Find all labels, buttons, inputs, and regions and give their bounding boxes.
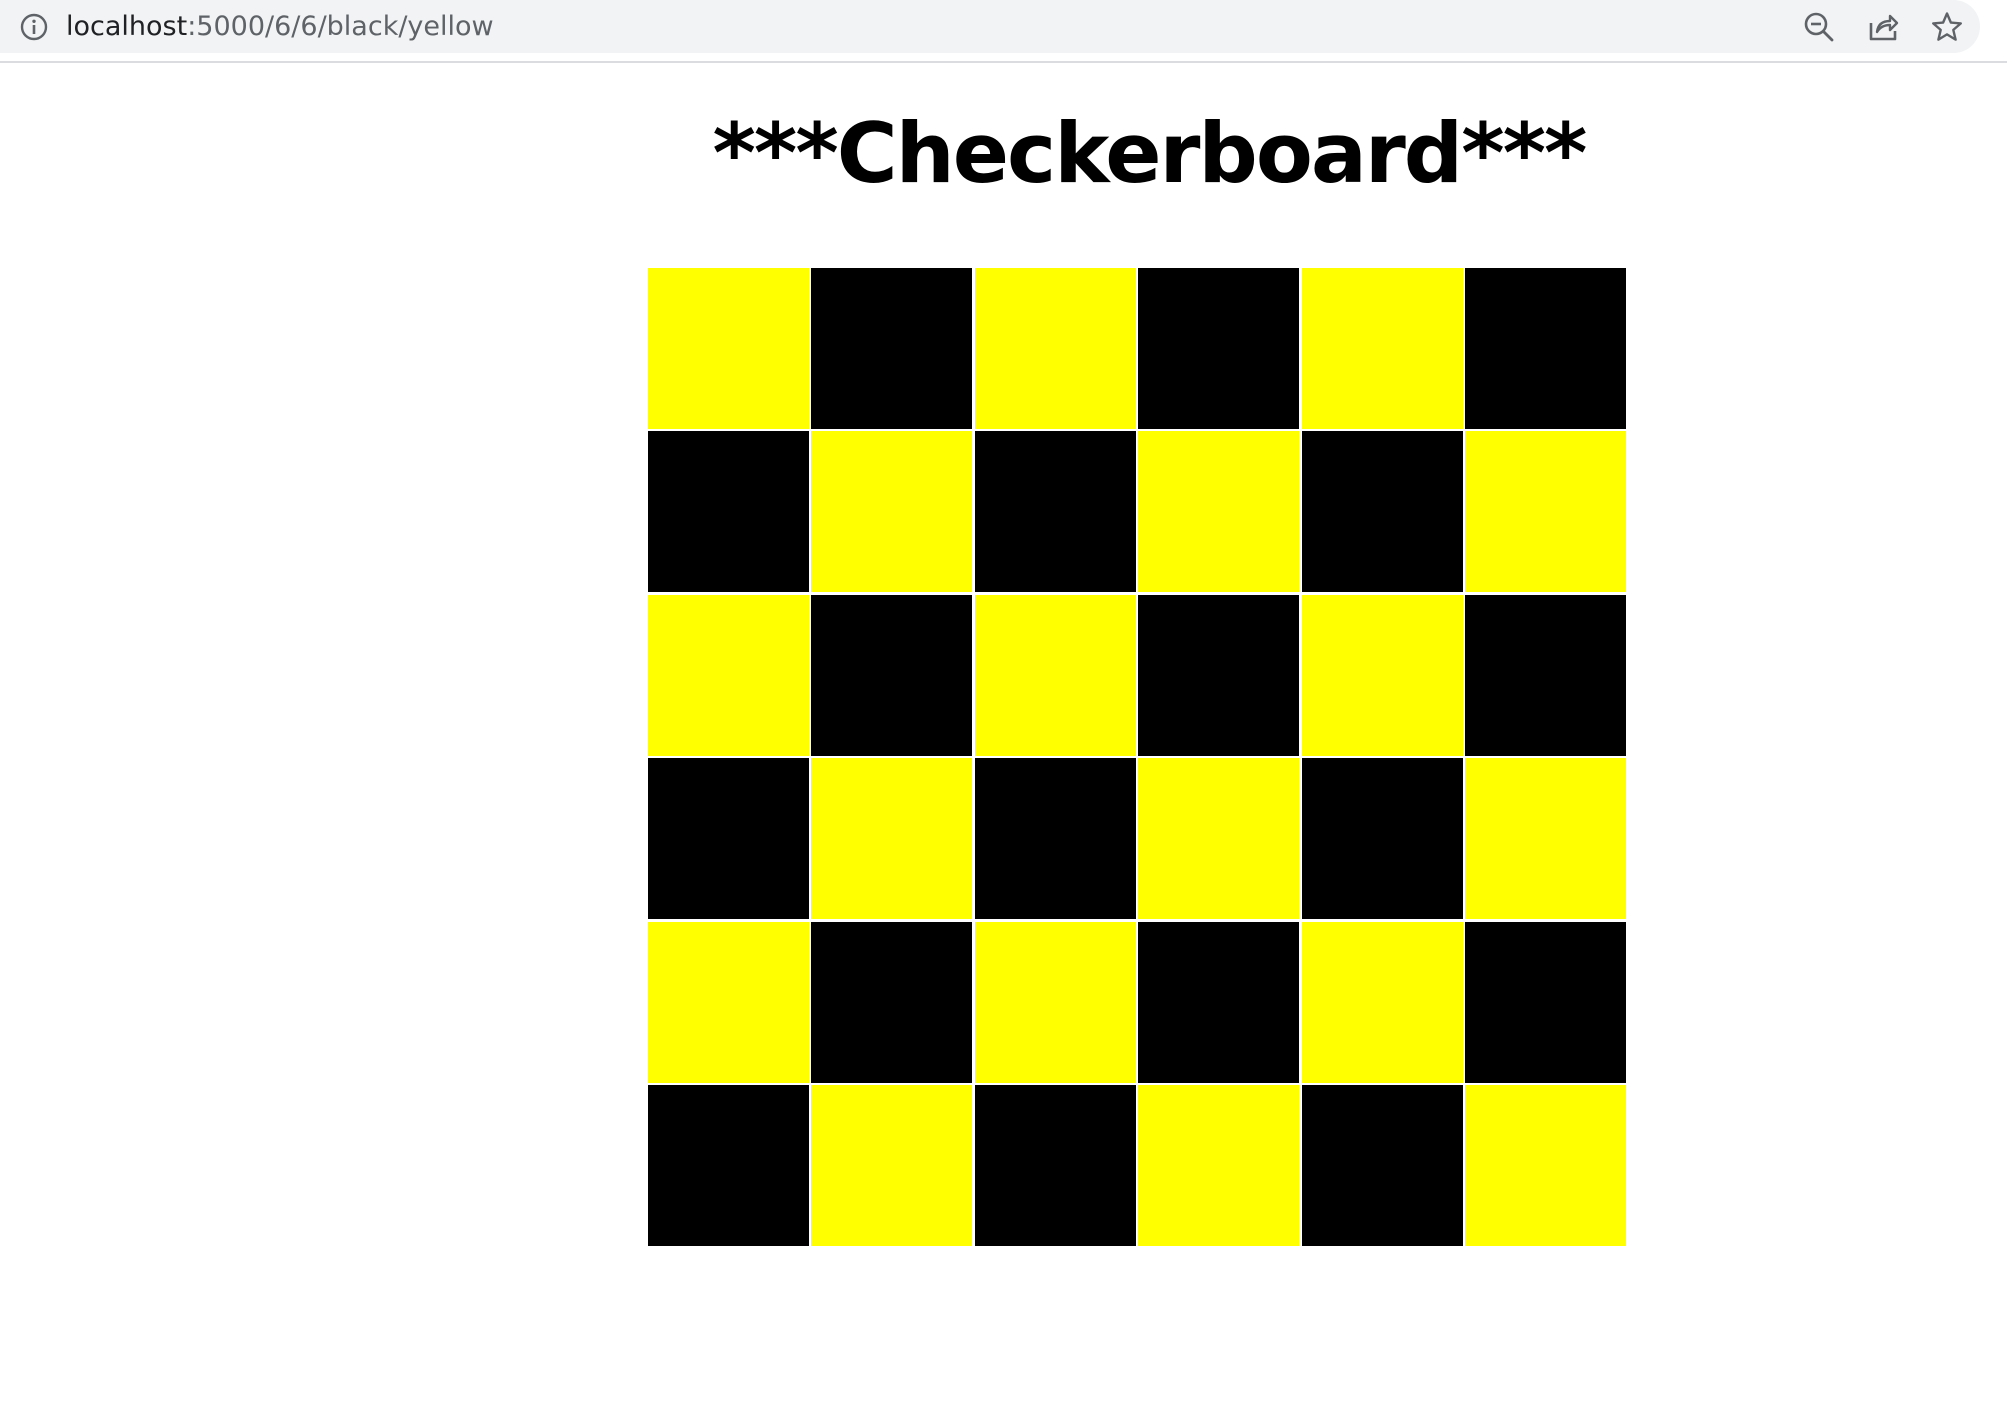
- bookmark-star-icon[interactable]: [1930, 10, 1964, 44]
- info-icon[interactable]: [19, 12, 49, 42]
- url-host: localhost: [66, 11, 188, 42]
- board-cell-yellow: [811, 431, 973, 593]
- board-cell-yellow: [1301, 594, 1463, 756]
- page-title: ***Checkerboard***: [712, 105, 1588, 202]
- board-cell-black: [1138, 594, 1300, 756]
- board-cell-yellow: [974, 594, 1136, 756]
- board-cell-black: [1464, 594, 1626, 756]
- board-cell-black: [1301, 758, 1463, 920]
- toolbar-divider: [0, 61, 2007, 63]
- url-text[interactable]: localhost:5000/6/6/black/yellow: [66, 9, 494, 45]
- board-cell-yellow: [1301, 921, 1463, 1083]
- board-cell-yellow: [648, 594, 809, 756]
- zoom-out-icon[interactable]: [1802, 10, 1836, 44]
- board-cell-black: [648, 1084, 809, 1246]
- board-cell-yellow: [1301, 268, 1463, 429]
- board-cell-yellow: [1464, 758, 1626, 920]
- url-path: :5000/6/6/black/yellow: [187, 11, 494, 42]
- board-cell-yellow: [974, 268, 1136, 429]
- board-cell-yellow: [648, 268, 809, 429]
- board-cell-black: [1138, 921, 1300, 1083]
- board-cell-black: [974, 758, 1136, 920]
- board-cell-yellow: [1464, 431, 1626, 593]
- board-cell-black: [974, 431, 1136, 593]
- board-cell-black: [648, 758, 809, 920]
- board-cell-yellow: [974, 921, 1136, 1083]
- board-cell-yellow: [1138, 431, 1300, 593]
- board-cell-black: [648, 431, 809, 593]
- board-cell-yellow: [811, 1084, 973, 1246]
- board-cell-black: [1301, 1084, 1463, 1246]
- board-cell-yellow: [1138, 758, 1300, 920]
- board-cell-yellow: [648, 921, 809, 1083]
- address-bar[interactable]: localhost:5000/6/6/black/yellow: [0, 0, 1980, 53]
- board-cell-black: [1301, 431, 1463, 593]
- board-cell-yellow: [1464, 1084, 1626, 1246]
- board-cell-black: [1464, 921, 1626, 1083]
- board-cell-black: [1138, 268, 1300, 429]
- checkerboard: [648, 268, 1626, 1246]
- board-cell-black: [811, 594, 973, 756]
- share-icon[interactable]: [1866, 10, 1900, 44]
- board-cell-black: [974, 1084, 1136, 1246]
- board-cell-yellow: [1138, 1084, 1300, 1246]
- board-cell-black: [811, 268, 973, 429]
- board-cell-black: [1464, 268, 1626, 429]
- board-cell-yellow: [811, 758, 973, 920]
- board-cell-black: [811, 921, 973, 1083]
